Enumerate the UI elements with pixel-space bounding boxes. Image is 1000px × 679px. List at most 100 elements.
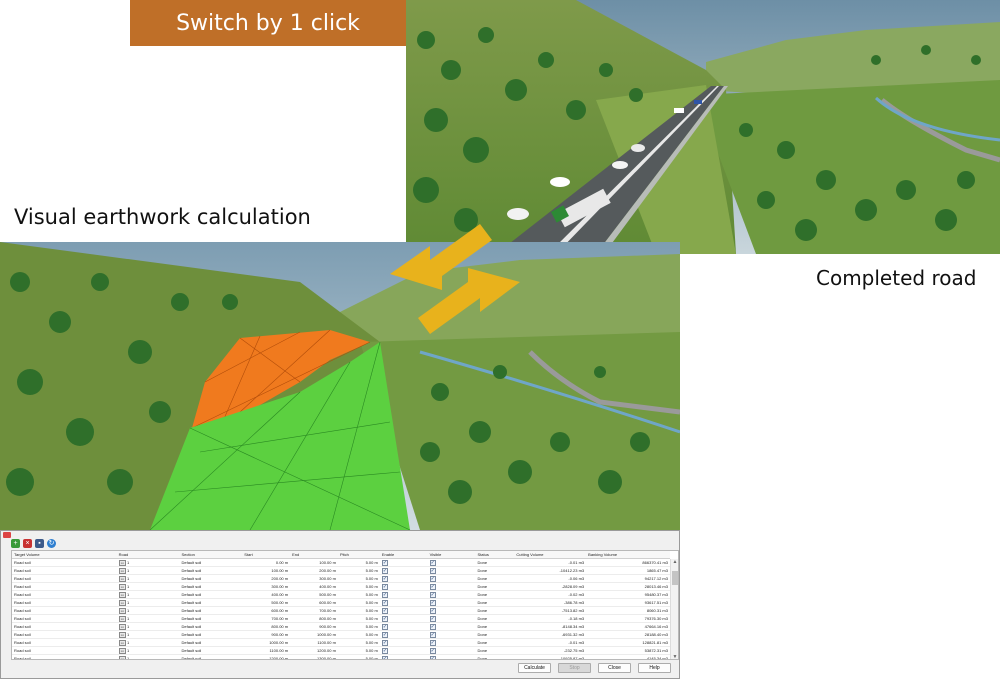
end-cell: 900.00 m (290, 622, 338, 631)
visible-checkbox[interactable]: ✓ (429, 576, 436, 582)
status-cell: Done (475, 582, 515, 591)
enable-checkbox[interactable]: ✓ (381, 656, 388, 659)
column-header[interactable]: End (290, 551, 338, 559)
banking-volume-cell: 94217.12 m3 (586, 574, 670, 583)
enable-cell: ✓ (379, 598, 428, 607)
column-header[interactable]: Enable (379, 551, 428, 559)
earthwork-caption: Visual earthwork calculation (14, 205, 311, 229)
column-header[interactable]: Status (475, 551, 515, 559)
column-header[interactable]: Section (179, 551, 243, 559)
refresh-icon[interactable]: ↻ (47, 539, 56, 548)
enable-checkbox[interactable]: ✓ (381, 640, 388, 646)
table-row[interactable]: Road soil ▭ 1 Default soil 1000.00 m 1100.00 … (12, 638, 670, 647)
column-header[interactable]: Banking Volume (586, 551, 670, 559)
enable-checkbox[interactable]: ✓ (381, 568, 388, 574)
table-row[interactable]: Road soil ▭ 1 Default soil 100.00 m 200.00 m5… (12, 566, 670, 575)
visible-checkbox[interactable]: ✓ (429, 640, 436, 646)
plus-icon[interactable]: + (11, 539, 20, 548)
visible-checkbox[interactable]: ✓ (429, 616, 436, 622)
visible-checkbox[interactable]: ✓ (429, 592, 436, 598)
column-header[interactable]: Target Volume (12, 551, 117, 559)
column-header[interactable]: Start (242, 551, 291, 559)
switch-banner: Switch by 1 click (130, 0, 406, 46)
target-cell: Road soil (12, 566, 117, 575)
table-scrollbar[interactable]: ▲ ▼ (670, 559, 678, 659)
close-button[interactable]: Close (598, 663, 631, 673)
enable-checkbox[interactable]: ✓ (381, 624, 388, 630)
visible-checkbox[interactable]: ✓ (429, 584, 436, 590)
visible-checkbox[interactable]: ✓ (429, 568, 436, 574)
visible-checkbox[interactable]: ✓ (429, 560, 436, 566)
visible-checkbox[interactable]: ✓ (429, 624, 436, 630)
banking-volume-cell: 53872.31 m3 (586, 646, 670, 655)
visible-checkbox[interactable]: ✓ (429, 608, 436, 614)
table-row[interactable]: Road soil ▭ 1 Default soil 500.00 m 600.00 m5… (12, 598, 670, 607)
road-cell[interactable]: ▭ 1 (116, 614, 180, 623)
enable-checkbox[interactable]: ✓ (381, 608, 388, 614)
enable-checkbox[interactable]: ✓ (381, 632, 388, 638)
visible-checkbox[interactable]: ✓ (429, 632, 436, 638)
road-number: 1 (126, 648, 130, 653)
road-chip-icon: ▭ (118, 656, 126, 660)
enable-checkbox[interactable]: ✓ (381, 616, 388, 622)
column-header[interactable]: Pitch (337, 551, 380, 559)
table-row[interactable]: Road soil ▭ 1 Default soil 0.00 m 100.00 m 5.0… (12, 558, 670, 567)
table-row[interactable]: Road soil ▭ 1 Default soil 1100.00 m 1200.00 … (12, 646, 670, 655)
road-cell[interactable]: ▭ 1 (116, 654, 180, 660)
visible-checkbox[interactable]: ✓ (429, 656, 436, 659)
road-cell[interactable]: ▭ 1 (116, 646, 180, 655)
enable-checkbox[interactable]: ✓ (381, 560, 388, 566)
scroll-thumb[interactable] (672, 571, 678, 585)
close-icon[interactable] (3, 532, 11, 538)
start-cell: 1200.00 m (242, 654, 291, 659)
visible-checkbox[interactable]: ✓ (429, 600, 436, 606)
enable-checkbox[interactable]: ✓ (381, 592, 388, 598)
road-cell[interactable]: ▭ 1 (116, 590, 180, 599)
target-cell: Road soil (12, 558, 117, 567)
column-header[interactable]: Cutting Volume (514, 551, 587, 559)
scroll-up-icon[interactable]: ▲ (672, 559, 678, 565)
road-cell[interactable]: ▭ 1 (116, 558, 180, 567)
table-row[interactable]: Road soil ▭ 1 Default soil 200.00 m 300.00 m5… (12, 574, 670, 583)
road-cell[interactable]: ▭ 1 (116, 582, 180, 591)
road-cell[interactable]: ▭ 1 (116, 638, 180, 647)
road-cell[interactable]: ▭ 1 (116, 606, 180, 615)
enable-checkbox[interactable]: ✓ (381, 584, 388, 590)
visible-cell: ✓ (427, 558, 476, 567)
pitch-cell: 5.00 m (337, 614, 380, 623)
delete-icon[interactable]: × (23, 539, 32, 548)
section-cell: Default soil (179, 614, 243, 623)
end-cell: 400.00 m (290, 582, 338, 591)
table-row[interactable]: Road soil ▭ 1 Default soil 300.00 m 400.00 m5… (12, 582, 670, 591)
table-row[interactable]: Road soil ▭ 1 Default soil 700.00 m 800.00 m5… (12, 614, 670, 623)
cutting-volume-cell: -10412.23 m3 (514, 566, 587, 575)
scroll-down-icon[interactable]: ▼ (672, 654, 678, 659)
save-icon[interactable]: ▪ (35, 539, 44, 548)
table-row[interactable]: Road soil ▭ 1 Default soil 600.00 m 700.00 m5… (12, 606, 670, 615)
status-cell: Done (475, 654, 515, 659)
road-cell[interactable]: ▭ 1 (116, 574, 180, 583)
section-cell: Default soil (179, 638, 243, 647)
earthwork-render (0, 242, 680, 530)
calculate-button[interactable]: Calculate (518, 663, 551, 673)
table-row[interactable]: Road soil ▭ 1 Default soil 900.00 m 1000.00 m… (12, 630, 670, 639)
help-button[interactable]: Help (638, 663, 671, 673)
table-row[interactable]: Road soil ▭ 1 Default soil 1200.00 m 1300.00 … (12, 654, 670, 660)
table-row[interactable]: Road soil ▭ 1 Default soil 800.00 m 900.00 m5… (12, 622, 670, 631)
end-cell: 500.00 m (290, 590, 338, 599)
earthwork-view[interactable] (0, 242, 680, 530)
table-row[interactable]: Road soil ▭ 1 Default soil 400.00 m 500.00 m5… (12, 590, 670, 599)
enable-checkbox[interactable]: ✓ (381, 600, 388, 606)
visible-checkbox[interactable]: ✓ (429, 648, 436, 654)
road-cell[interactable]: ▭ 1 (116, 630, 180, 639)
enable-checkbox[interactable]: ✓ (381, 648, 388, 654)
enable-cell: ✓ (379, 614, 428, 623)
column-header[interactable]: Road (116, 551, 180, 559)
visible-cell: ✓ (427, 606, 476, 615)
road-cell[interactable]: ▭ 1 (116, 598, 180, 607)
road-cell[interactable]: ▭ 1 (116, 566, 180, 575)
road-cell[interactable]: ▭ 1 (116, 622, 180, 631)
enable-checkbox[interactable]: ✓ (381, 576, 388, 582)
column-header[interactable]: Visible (427, 551, 476, 559)
stop-button[interactable]: Stop (558, 663, 591, 673)
